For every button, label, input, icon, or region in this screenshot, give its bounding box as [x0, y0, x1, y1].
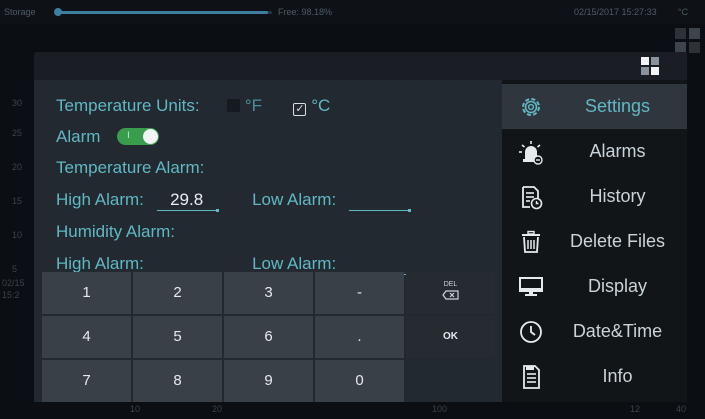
menu-item-label: Display	[587, 276, 648, 296]
menu-item-label: History	[589, 186, 646, 206]
storage-indicator-dot	[54, 8, 62, 16]
temperature-alarm-row: High Alarm: 29.8 Low Alarm:	[56, 190, 411, 212]
grid-menu-icon[interactable]	[641, 57, 659, 75]
backspace-icon	[442, 290, 459, 300]
key-2[interactable]: 2	[133, 272, 222, 314]
x-tick-time: 15:2	[2, 290, 20, 300]
menu-item-label: Date&Time	[572, 321, 663, 341]
temp-high-alarm-input[interactable]: 29.8	[156, 190, 219, 212]
storage-bar-fill	[56, 11, 268, 14]
x-tick: 100	[432, 404, 448, 414]
status-unit: °C	[678, 7, 689, 17]
key-5[interactable]: 5	[133, 316, 222, 358]
key-0[interactable]: 0	[315, 360, 404, 402]
alarm-light-icon	[519, 141, 543, 165]
storage-label: Storage	[4, 7, 36, 17]
celsius-label: °C	[311, 96, 331, 115]
menu-item-alarms[interactable]: Alarms	[502, 129, 687, 174]
numeric-keypad: 1 2 3 - DEL 4 5 6 . OK 7 8 9 0	[42, 272, 495, 402]
celsius-checkbox[interactable]: ✓	[293, 103, 307, 116]
storage-bar	[56, 11, 272, 14]
status-datetime: 02/15/2017 15:27:33	[574, 7, 657, 17]
settings-menu: Settings Alarms History Delete Files Dis…	[502, 80, 687, 402]
alarm-toggle[interactable]: I	[117, 128, 160, 145]
key-7[interactable]: 7	[42, 360, 131, 402]
key-4[interactable]: 4	[42, 316, 131, 358]
toggle-knob	[143, 129, 159, 144]
free-space-label: Free: 98.18%	[278, 7, 333, 17]
y-tick: 15	[12, 196, 23, 206]
temperature-units-row: Temperature Units: °F ✓ °C	[56, 96, 330, 116]
x-tick: 12	[630, 404, 641, 414]
menu-item-info[interactable]: Info	[502, 354, 687, 399]
fahrenheit-checkbox[interactable]	[227, 99, 241, 112]
menu-item-date-time[interactable]: Date&Time	[502, 309, 687, 354]
dialog-titlebar	[34, 52, 687, 80]
humidity-alarm-heading: Humidity Alarm:	[56, 222, 176, 241]
temp-low-alarm-label: Low Alarm:	[252, 190, 337, 209]
fahrenheit-label: °F	[244, 96, 263, 115]
key-6[interactable]: 6	[224, 316, 313, 358]
info-document-icon	[523, 365, 540, 389]
screen: Storage Free: 98.18% 02/15/2017 15:27:33…	[0, 0, 705, 419]
y-tick: 25	[12, 128, 23, 138]
layout-grid-icon[interactable]	[675, 28, 701, 54]
key-9[interactable]: 9	[224, 360, 313, 402]
y-tick: 20	[12, 162, 23, 172]
x-tick-date: 02/15	[2, 278, 25, 288]
x-tick: 20	[212, 404, 223, 414]
menu-item-label: Delete Files	[569, 231, 666, 251]
y-tick: 10	[12, 230, 23, 240]
key-3[interactable]: 3	[224, 272, 313, 314]
temperature-alarm-heading: Temperature Alarm:	[56, 158, 205, 177]
status-bar: Storage Free: 98.18% 02/15/2017 15:27:33…	[0, 0, 705, 24]
toggle-on-mark: I	[127, 130, 130, 140]
menu-item-display[interactable]: Display	[502, 264, 687, 309]
history-file-icon	[522, 186, 543, 210]
alarm-label: Alarm	[56, 127, 101, 146]
alarm-row: Alarm I	[56, 127, 160, 147]
menu-item-label: Settings	[584, 96, 651, 116]
y-tick: 30	[12, 98, 23, 108]
hum-high-alarm-label: High Alarm:	[56, 254, 144, 273]
x-tick: 10	[130, 404, 141, 414]
temp-low-alarm-input[interactable]	[348, 190, 411, 212]
hum-low-alarm-label: Low Alarm:	[252, 254, 337, 273]
key-delete[interactable]: DEL	[406, 272, 495, 314]
temperature-units-label: Temperature Units:	[56, 96, 200, 115]
y-tick: 5	[12, 264, 18, 274]
menu-item-label: Info	[602, 366, 633, 386]
menu-item-label: Alarms	[589, 141, 646, 161]
trash-icon	[522, 230, 540, 253]
clock-icon	[520, 321, 542, 343]
x-tick: 40	[676, 404, 687, 414]
key-decimal[interactable]: .	[315, 316, 404, 358]
menu-item-settings[interactable]: Settings	[502, 84, 687, 129]
menu-item-history[interactable]: History	[502, 174, 687, 219]
menu-item-delete-files[interactable]: Delete Files	[502, 219, 687, 264]
key-1[interactable]: 1	[42, 272, 131, 314]
delete-label: DEL	[443, 281, 458, 288]
temp-high-alarm-label: High Alarm:	[56, 190, 144, 209]
monitor-icon	[519, 277, 543, 296]
key-8[interactable]: 8	[133, 360, 222, 402]
key-minus[interactable]: -	[315, 272, 404, 314]
key-ok[interactable]: OK	[406, 316, 495, 358]
gear-icon	[522, 98, 540, 116]
